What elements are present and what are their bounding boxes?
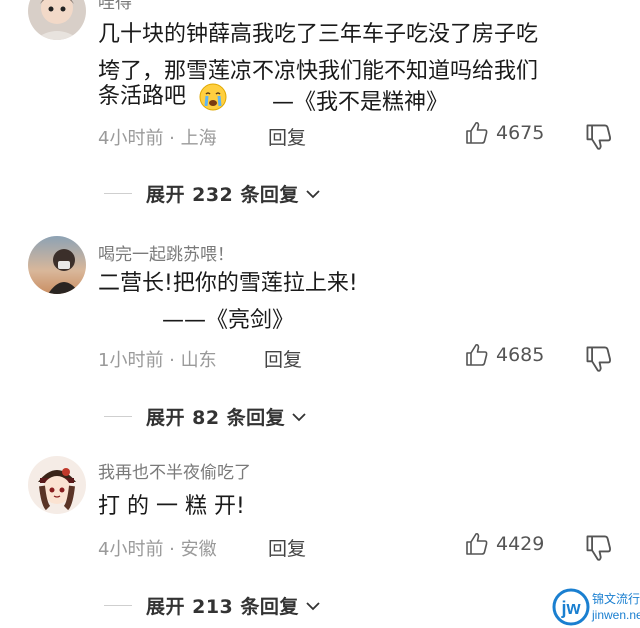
watermark-url: jinwen.net	[591, 608, 640, 622]
reply-button[interactable]: 回复	[264, 345, 302, 372]
thumbs-down-icon[interactable]	[584, 344, 614, 374]
reply-button[interactable]: 回复	[268, 534, 306, 561]
chevron-down-icon	[306, 189, 320, 198]
thumbs-up-icon	[466, 343, 488, 366]
quote-attribution: ——《亮剑》	[162, 308, 295, 333]
comment-text-line: 几十块的钟薛高我吃了三年车子吃没了房子吃	[98, 22, 539, 47]
like-button[interactable]: 4675	[464, 120, 544, 146]
thumbs-up-icon	[466, 532, 488, 555]
time-location: 1小时前 · 山东	[98, 350, 217, 371]
username[interactable]: 哇得	[98, 0, 132, 13]
time-location: 4小时前 · 上海	[98, 128, 217, 149]
like-count: 4685	[496, 344, 545, 366]
divider	[104, 605, 132, 606]
comment-text-line: 二营长!把你的雪莲拉上来!	[98, 271, 358, 296]
expand-replies-button[interactable]: 展开 213 条回复	[104, 592, 323, 619]
expand-replies-label: 展开 213 条回复	[146, 596, 299, 618]
watermark-title: 锦文流行语	[592, 591, 640, 606]
username[interactable]: 喝完一起跳苏喂！	[98, 240, 234, 265]
divider	[104, 416, 132, 417]
comment-text-line: 条活路吧	[98, 84, 187, 109]
expand-replies-label: 展开 82 条回复	[146, 407, 286, 429]
avatar[interactable]	[28, 0, 86, 40]
username[interactable]: 我再也不半夜偷吃了	[98, 458, 251, 483]
chevron-down-icon	[306, 601, 320, 610]
expand-replies-label: 展开 232 条回复	[146, 184, 299, 206]
reply-button[interactable]: 回复	[268, 123, 306, 150]
avatar[interactable]	[28, 456, 86, 514]
expand-replies-button[interactable]: 展开 82 条回复	[104, 403, 309, 430]
crying-face-emoji	[199, 83, 227, 111]
chevron-down-icon	[292, 412, 306, 421]
thumbs-down-icon[interactable]	[584, 533, 614, 563]
quote-attribution: —《我不是糕神》	[272, 90, 449, 115]
watermark-logo: jw 锦文流行语 jinwen.net	[552, 586, 640, 628]
like-count: 4429	[496, 533, 545, 555]
thumbs-down-icon[interactable]	[584, 122, 614, 152]
thumbs-up-icon	[466, 121, 488, 144]
expand-replies-button[interactable]: 展开 232 条回复	[104, 180, 323, 207]
like-button[interactable]: 4685	[464, 342, 544, 368]
like-button[interactable]: 4429	[464, 531, 544, 557]
time-location: 4小时前 · 安徽	[98, 539, 217, 560]
comment-text-line: 打 的 一 糕 开!	[98, 494, 245, 519]
watermark-logo-text: jw	[560, 598, 581, 618]
divider	[104, 193, 132, 194]
like-count: 4675	[496, 122, 545, 144]
avatar[interactable]	[28, 236, 86, 294]
